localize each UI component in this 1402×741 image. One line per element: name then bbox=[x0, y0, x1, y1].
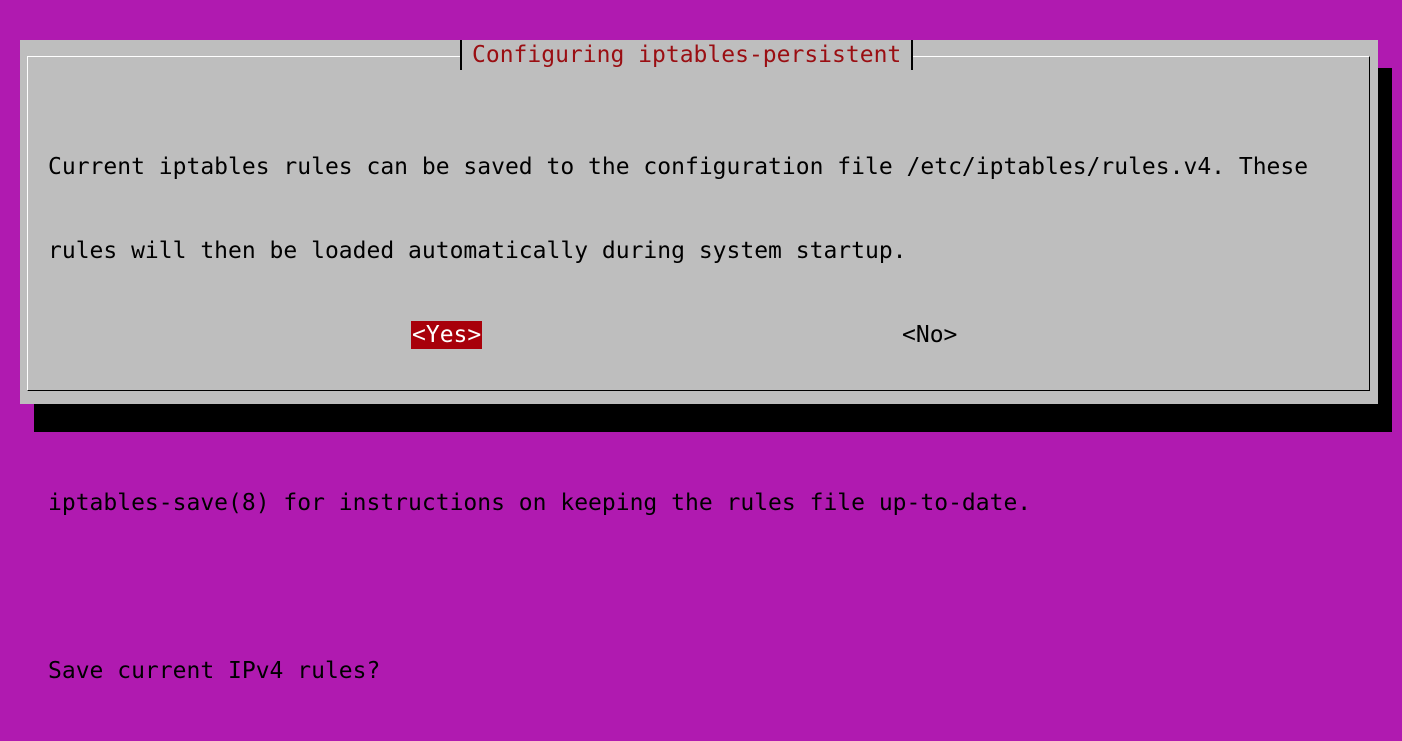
no-button[interactable]: <No> bbox=[902, 321, 957, 349]
dialog-title-box: Configuring iptables-persistent bbox=[460, 40, 914, 70]
message-line: Rules are only saved automatically durin… bbox=[48, 406, 1239, 432]
message-line: iptables-save(8) for instructions on kee… bbox=[48, 490, 1032, 516]
question-line: Save current IPv4 rules? bbox=[48, 658, 381, 684]
message-line: Current iptables rules can be saved to t… bbox=[48, 154, 1309, 180]
dialog-title: Configuring iptables-persistent bbox=[472, 42, 902, 68]
debconf-dialog: Configuring iptables-persistent Current … bbox=[20, 40, 1378, 684]
yes-button[interactable]: <Yes> bbox=[411, 321, 483, 349]
message-line: rules will then be loaded automatically … bbox=[48, 238, 907, 264]
dialog-message: Current iptables rules can be saved to t… bbox=[48, 97, 1308, 741]
